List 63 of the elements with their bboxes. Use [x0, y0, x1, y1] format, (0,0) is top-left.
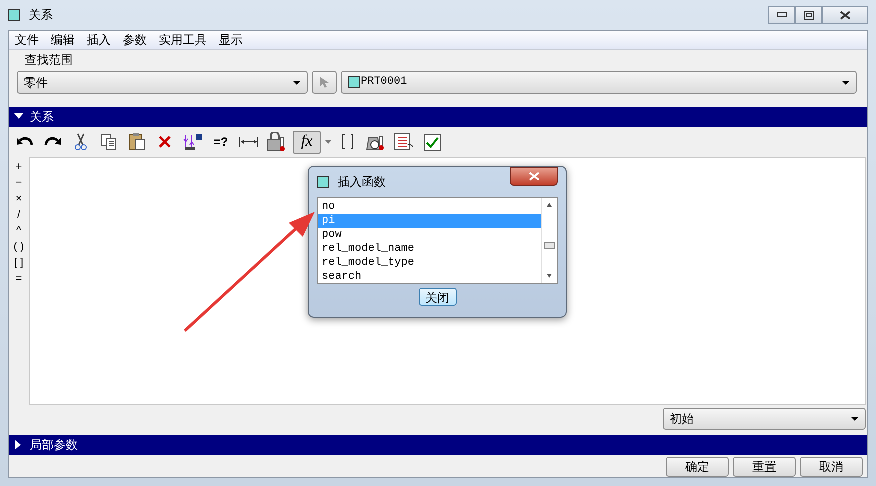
function-item[interactable]: no: [318, 200, 541, 214]
close-button[interactable]: [510, 167, 558, 186]
window-icon: [8, 8, 21, 22]
toolbar-button[interactable]: =?: [209, 130, 233, 154]
sort-dropdown[interactable]: 初始: [663, 408, 866, 430]
window-title: 关系: [29, 7, 53, 24]
dialog-button[interactable]: 确定: [666, 457, 729, 477]
pointer-icon: [319, 76, 329, 89]
caret-icon[interactable]: [325, 140, 332, 144]
model-dropdown[interactable]: PRT0001: [341, 71, 857, 94]
caret-icon: [851, 417, 859, 421]
undo-icon: [16, 136, 34, 148]
pick-button[interactable]: [312, 71, 337, 94]
group-label: 查找范围: [24, 53, 74, 67]
paste-icon: [128, 133, 146, 151]
section-title: 局部参数: [30, 437, 78, 454]
minimize-icon: [776, 12, 786, 18]
dialog-title: 插入函数: [338, 174, 386, 191]
redo-icon: [44, 136, 62, 148]
minimize-button[interactable]: [768, 6, 795, 24]
close-icon: [840, 10, 850, 20]
function-item[interactable]: rel_model_name: [318, 242, 541, 256]
lock-thermometer-icon: [267, 132, 287, 152]
dialog-button[interactable]: 取消: [800, 457, 863, 477]
checkbox-icon: [424, 134, 440, 150]
maximize-icon: [804, 10, 814, 20]
dimension-values-icon: [183, 133, 203, 151]
menu-item[interactable]: 插入: [87, 31, 111, 49]
close-dialog-button[interactable]: 关闭: [418, 288, 456, 306]
function-item[interactable]: pow: [318, 228, 541, 242]
menu-item[interactable]: 文件: [15, 31, 39, 49]
operator-button[interactable]: ^: [16, 225, 22, 237]
menu-item[interactable]: 实用工具: [159, 31, 207, 49]
brackets-icon: [341, 134, 355, 150]
close-button[interactable]: [822, 6, 868, 24]
list-icon: [394, 133, 414, 151]
part-icon: [348, 76, 361, 89]
window-icon: [317, 176, 330, 188]
maximize-button[interactable]: [795, 6, 822, 24]
operator-button[interactable]: −: [16, 177, 22, 189]
caret-icon: [842, 80, 850, 84]
scope-dropdown[interactable]: 零件: [17, 71, 308, 94]
delete-icon: [158, 135, 172, 149]
dialog-button[interactable]: 重置: [733, 457, 796, 477]
caret-icon: [293, 80, 301, 84]
copy-icon: [101, 134, 117, 150]
menu-item[interactable]: 参数: [123, 31, 147, 49]
dimension-icon: [239, 136, 259, 148]
operator-button[interactable]: /: [17, 209, 21, 221]
function-item[interactable]: search: [318, 270, 541, 284]
function-button[interactable]: fx: [293, 130, 321, 154]
operator-button[interactable]: ×: [16, 193, 22, 205]
function-item[interactable]: rel_model_type: [318, 256, 541, 270]
operator-button[interactable]: ( ): [14, 241, 24, 253]
toolbar-button[interactable]: [392, 130, 416, 154]
menu-item[interactable]: 显示: [219, 31, 243, 49]
operator-button[interactable]: =: [16, 273, 22, 285]
operator-button[interactable]: [ ]: [14, 257, 24, 269]
close-icon: [528, 172, 540, 181]
operator-button[interactable]: +: [16, 161, 22, 173]
menu-item[interactable]: 编辑: [51, 31, 75, 49]
scissors-icon: [75, 133, 87, 151]
section-title: 关系: [30, 109, 54, 126]
